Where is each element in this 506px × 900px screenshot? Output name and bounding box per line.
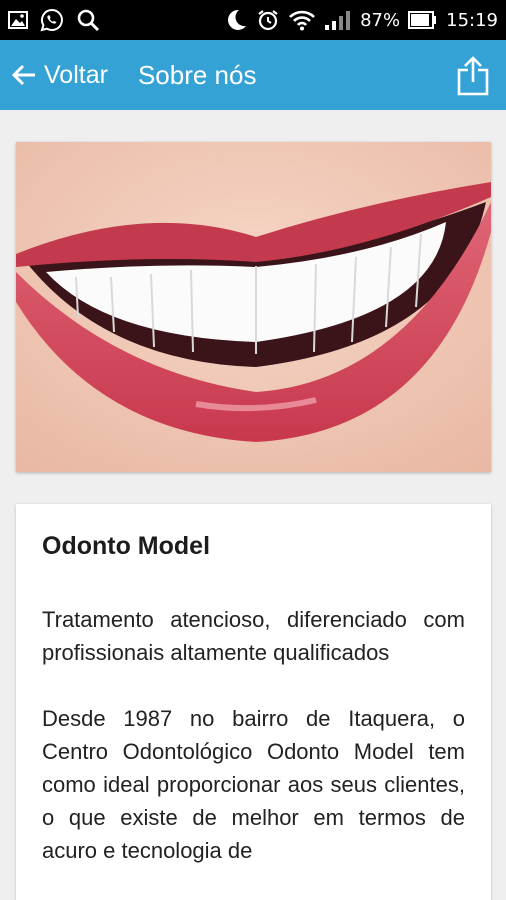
alarm-icon: [256, 8, 280, 32]
arrow-left-icon: [10, 61, 38, 89]
wifi-icon: [288, 9, 316, 31]
moon-icon: [224, 8, 248, 32]
share-icon: [456, 54, 490, 96]
about-card: Odonto Model Tratamento atencioso, difer…: [16, 504, 491, 900]
back-button[interactable]: Voltar: [0, 40, 108, 110]
search-icon: [76, 8, 100, 32]
card-title: Odonto Model: [42, 532, 211, 560]
page-title: Sobre nós: [137, 59, 257, 90]
clock: 15:19: [446, 9, 498, 31]
status-bar: 87% 15:19: [0, 0, 506, 40]
history-paragraph: Desde 1987 no bairro de Itaquera, o Cent…: [42, 706, 465, 863]
battery-icon: [408, 10, 438, 30]
back-label: Voltar: [44, 60, 108, 89]
hero-image: [16, 142, 491, 472]
intro-paragraph: Tratamento atencioso, diferenciado com p…: [42, 607, 465, 665]
app-bar: Voltar Sobre nós: [0, 40, 506, 110]
smile-photo: [16, 142, 491, 472]
gallery-icon: [8, 11, 28, 29]
battery-percentage: 87%: [360, 9, 401, 31]
signal-icon: [324, 9, 352, 31]
share-button[interactable]: [456, 54, 490, 96]
whatsapp-icon: [40, 8, 64, 32]
